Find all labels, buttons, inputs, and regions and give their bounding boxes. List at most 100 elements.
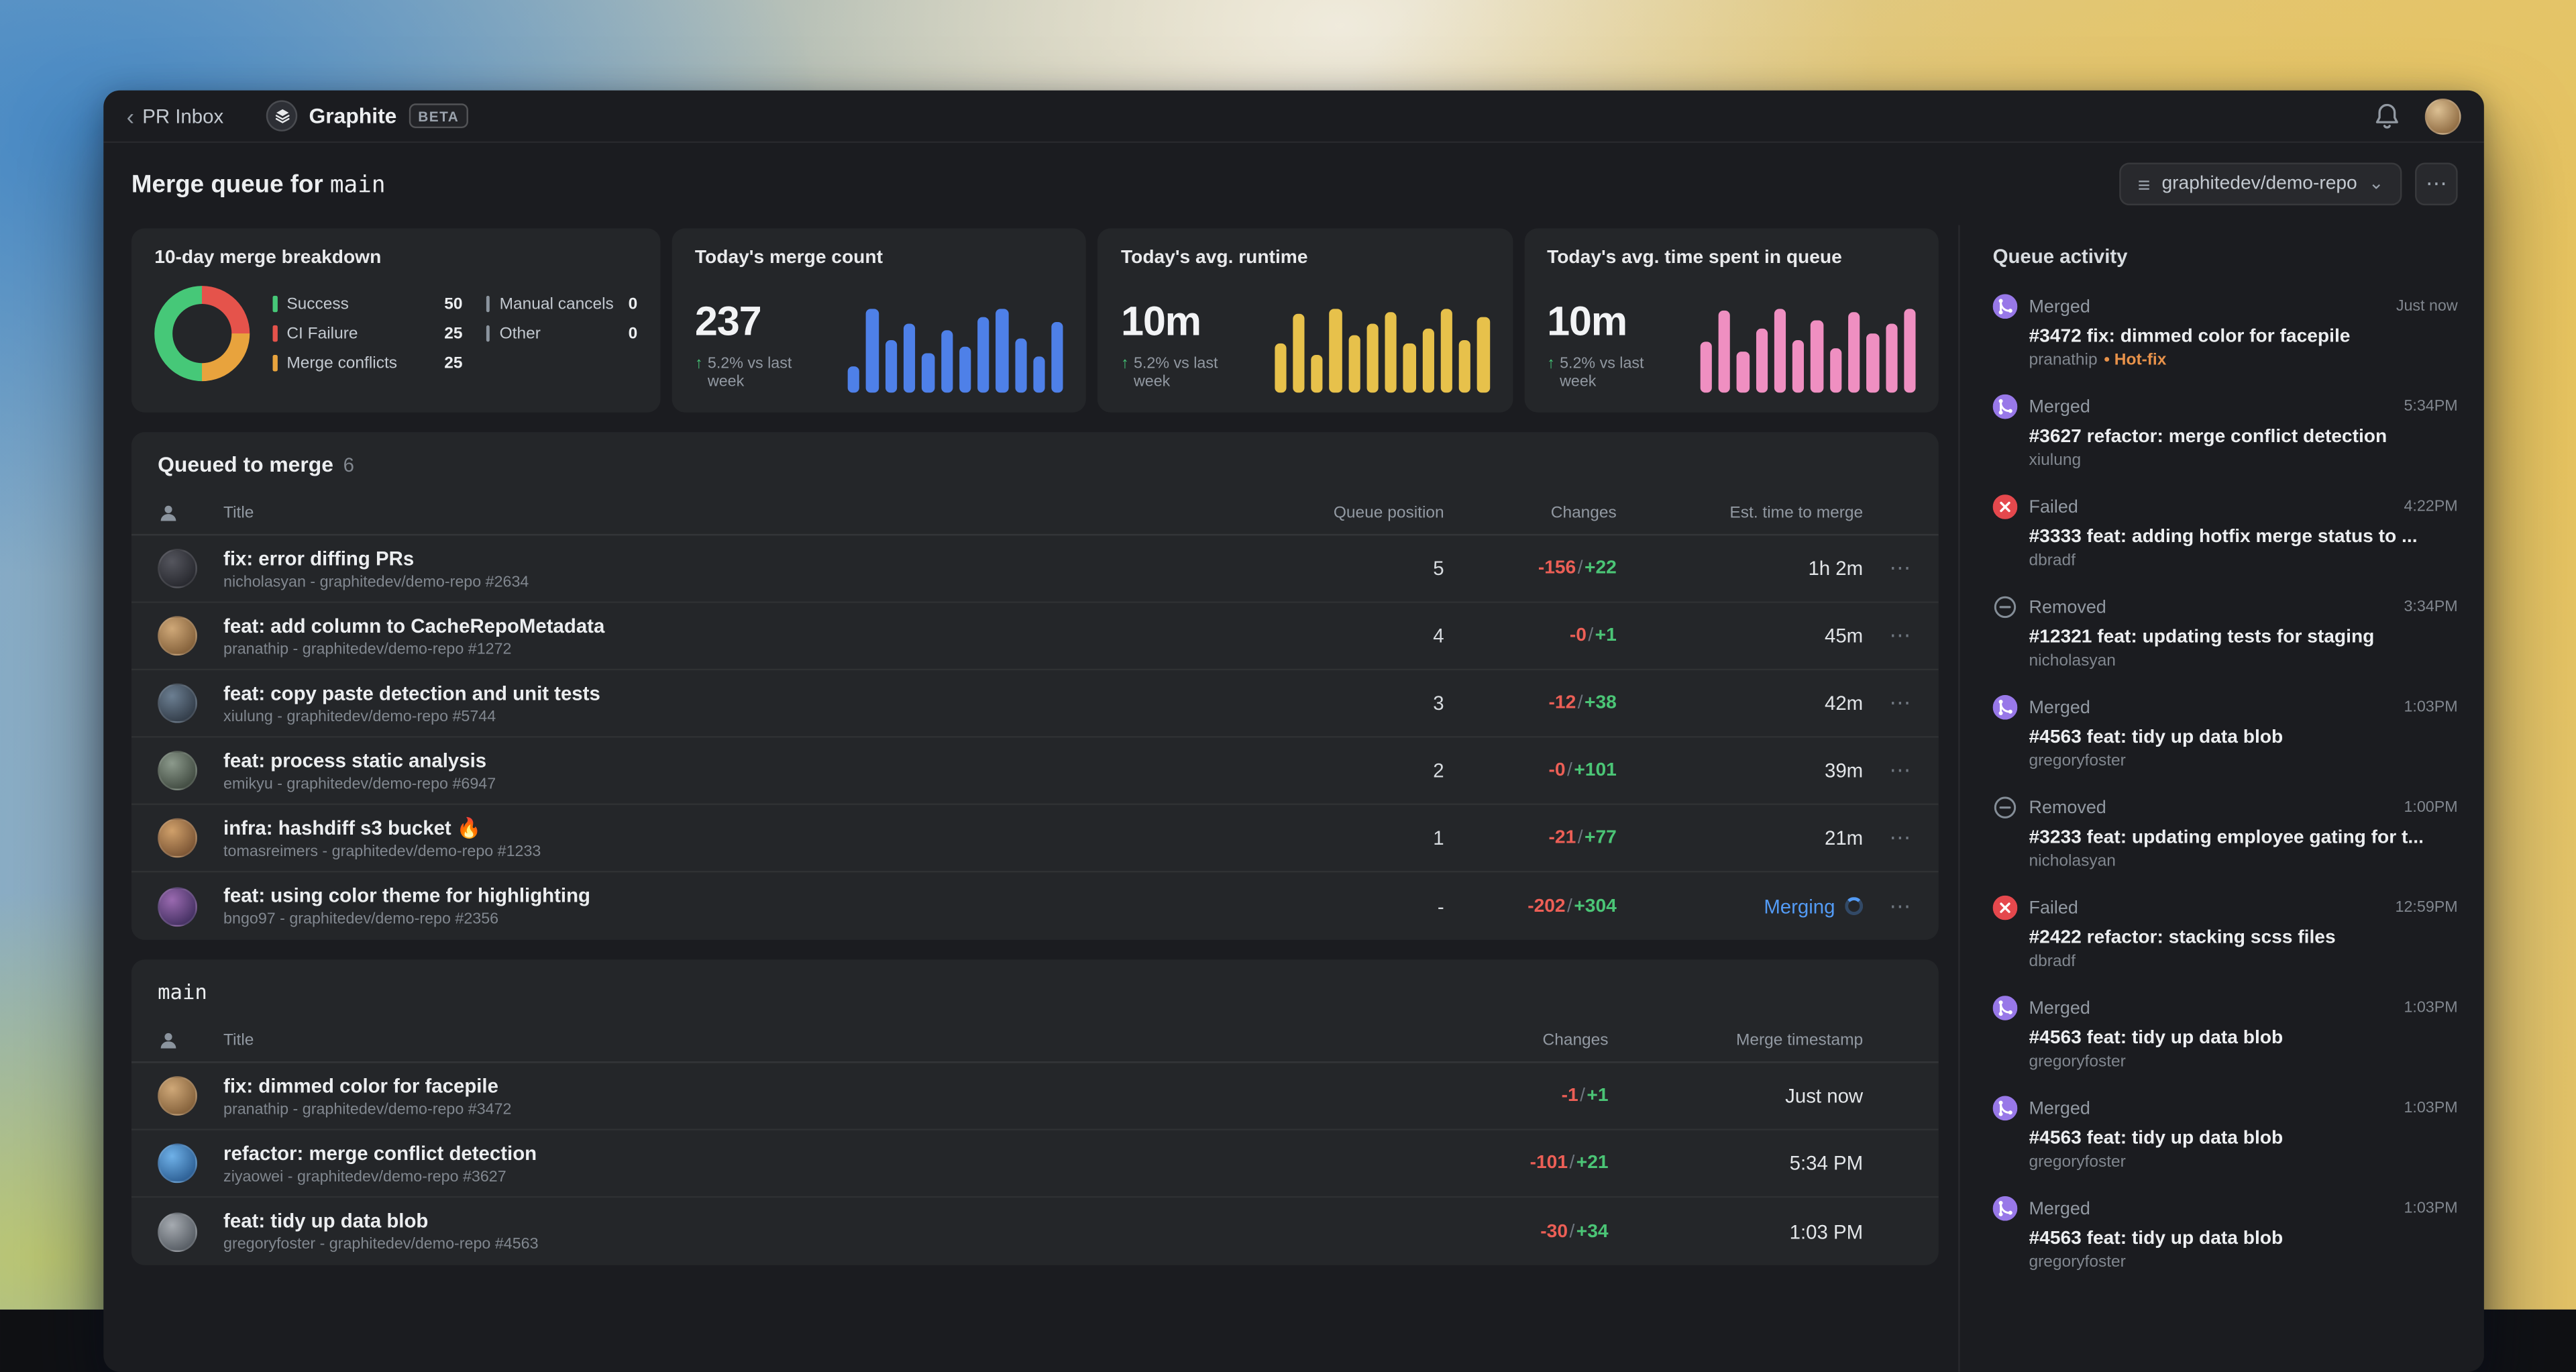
activity-item[interactable]: Removed 3:34PM #12321 feat: updating tes… [1993,595,2458,670]
activity-item[interactable]: Failed 12:59PM #2422 refactor: stacking … [1992,895,2458,971]
changes-cell: -21/+77 [1548,828,1617,848]
activity-item[interactable]: Merged 5:34PM #3627 refactor: merge conf… [1992,394,2458,470]
legend-value: 0 [628,324,638,343]
header-overflow-menu-button[interactable]: ⋯ [2415,162,2458,206]
metric-card: Today's merge count 237 ↑ 5.2% vs last w… [672,228,1087,413]
activity-author: gregoryfoster [2029,753,2457,771]
queued-row[interactable]: feat: using color theme for highlighting… [131,872,1939,939]
est-time: 39m [1824,759,1864,782]
activity-item[interactable]: Merged 1:03PM #4563 feat: tidy up data b… [1992,996,2458,1071]
activity-item[interactable]: Merged Just now #3472 fix: dimmed color … [1992,294,2458,370]
row-menu-button[interactable]: ⋯ [1863,825,1912,851]
activity-timestamp: Just now [2396,297,2458,316]
avatar [158,1212,197,1251]
activity-head: Merged 5:34PM [1992,394,2458,419]
avatar [158,818,197,858]
row-menu-button[interactable]: ⋯ [1863,757,1912,784]
activity-status-label: Merged [2029,1198,2090,1218]
repo-selector-dropdown[interactable]: ≡ graphitedev/demo-repo ⌄ [2119,162,2402,206]
metric-value-block: 237 ↑ 5.2% vs last week [695,299,832,393]
legend-label: Merge conflicts [286,354,398,372]
chart-bar [848,366,861,393]
activity-timestamp: 3:34PM [2404,598,2458,617]
activity-timestamp: 12:59PM [2395,898,2458,917]
pr-title-cell: feat: process static analysis emikyu - g… [223,749,1288,793]
chart-bar [1903,308,1916,393]
additions: +304 [1574,896,1617,916]
activity-pr-title: #4563 feat: tidy up data blob [2029,1228,2284,1249]
activity-item[interactable]: Removed 1:00PM #3233 feat: updating empl… [1993,795,2458,871]
activity-item[interactable]: Merged 1:03PM #4563 feat: tidy up data b… [1992,1096,2458,1171]
metric-value: 10m [1547,299,1627,346]
graphite-app-window: ‹ PR Inbox Graphite BETA Merge queue for… [103,90,2484,1372]
row-menu-button[interactable]: ⋯ [1863,623,1912,649]
queued-to-merge-panel: Queued to merge 6 Title Queue position C… [131,432,1939,940]
activity-status-icon [1993,595,2018,620]
merged-row[interactable]: refactor: merge conflict detection ziyao… [131,1130,1939,1198]
content: 10-day merge breakdown Success 50 CI Fai… [103,225,2484,1372]
additions: +22 [1585,558,1617,579]
merge-timestamp: 1:03 PM [1789,1220,1864,1243]
page-title-prefix: Merge queue for [131,170,323,199]
avatar [158,751,197,790]
additions: +101 [1574,760,1617,781]
est-time-cell: 39m [1617,759,1863,782]
changes-cell: -0/+1 [1569,626,1617,646]
merged-row[interactable]: feat: tidy up data blob gregoryfoster - … [131,1198,1939,1265]
metric-value: 10m [1121,299,1201,346]
pr-subtitle: nicholasyan - graphitedev/demo-repo #263… [223,572,529,591]
chart-bar [1477,317,1490,393]
queued-row[interactable]: infra: hashdiff s3 bucket 🔥 tomasreimers… [131,805,1939,873]
queue-activity-sidebar: Queue activity Merged Just now #3472 fix… [1958,225,2484,1372]
activity-status-label: Merged [2029,297,2090,317]
queue-position: 3 [1433,692,1444,715]
desktop-background: ‹ PR Inbox Graphite BETA Merge queue for… [0,0,2576,1372]
pr-subtitle: pranathip - graphitedev/demo-repo #3472 [223,1100,512,1118]
pr-title-cell: feat: tidy up data blob gregoryfoster - … [223,1209,1411,1253]
queue-position: 1 [1433,826,1444,850]
metric-value-block: 10m ↑ 5.2% vs last week [1547,299,1684,393]
notifications-bell-icon[interactable] [2372,101,2402,131]
est-time-cell: 1h 2m [1617,557,1863,580]
metric-body: 10m ↑ 5.2% vs last week [1121,268,1490,393]
activity-pr-title: #2422 refactor: stacking scss files [2029,928,2336,949]
chart-bar [1829,348,1842,393]
breakdown-legend: Success 50 CI Failure 25 Merge conflicts… [272,295,638,372]
person-icon [158,503,223,524]
chart-bar [1440,308,1453,393]
legend-value: 50 [444,295,463,313]
est-time: 1h 2m [1808,557,1864,580]
activity-author-name: gregoryfoster [2029,1253,2126,1272]
queued-row[interactable]: feat: copy paste detection and unit test… [131,670,1939,738]
pr-title-cell: feat: using color theme for highlighting… [223,884,1288,929]
chart-bar [1737,352,1750,393]
row-menu-button[interactable]: ⋯ [1863,556,1912,582]
queued-row[interactable]: feat: process static analysis emikyu - g… [131,738,1939,806]
activity-item[interactable]: Merged 1:03PM #4563 feat: tidy up data b… [1992,694,2458,771]
pr-title-cell: fix: dimmed color for facepile pranathip… [223,1073,1411,1118]
merging-spinner-icon [1845,897,1864,916]
chart-bar [1885,323,1898,393]
chart-bar [1330,308,1342,393]
pr-title: feat: process static analysis [223,748,487,772]
activity-author: xiulung [2029,452,2457,470]
row-menu-button[interactable]: ⋯ [1863,690,1912,717]
activity-item[interactable]: Failed 4:22PM #3333 feat: adding hotfix … [1992,494,2458,570]
back-label: PR Inbox [142,104,224,127]
back-to-pr-inbox-button[interactable]: ‹ PR Inbox [127,105,224,127]
chart-bar [1792,339,1805,393]
main-panel-title-row: main [131,959,1939,1020]
est-time: 21m [1824,826,1864,850]
queued-row[interactable]: fix: error diffing PRs nicholasyan - gra… [131,535,1939,603]
activity-item[interactable]: Merged 1:03PM #4563 feat: tidy up data b… [1992,1196,2458,1272]
activity-head: Merged 1:03PM [1992,694,2458,720]
merged-row[interactable]: fix: dimmed color for facepile pranathip… [131,1063,1939,1130]
deletions: -202 [1527,896,1566,916]
legend-marker [485,295,490,313]
activity-author: pranathip • Hot-fix [2029,352,2457,370]
row-menu-button[interactable]: ⋯ [1863,893,1912,919]
user-avatar[interactable] [2424,97,2461,134]
metric-value: 237 [694,299,762,346]
queued-row[interactable]: feat: add column to CacheRepoMetadata pr… [131,603,1939,671]
legend-marker [485,325,490,342]
